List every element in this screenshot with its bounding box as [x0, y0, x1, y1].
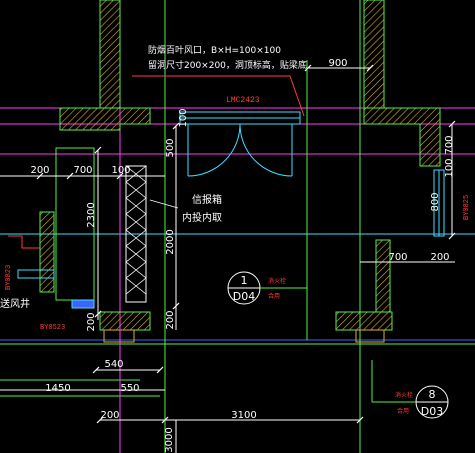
dim-900: 900: [328, 58, 347, 69]
dim-200-bottom: 200: [100, 410, 119, 421]
dim-100-mid: 100: [178, 108, 189, 127]
dim-700-vert: 700: [444, 135, 455, 154]
window-tag-left: BY0823: [5, 265, 13, 290]
dim-540: 540: [104, 359, 123, 370]
dim-700-left: 700: [73, 165, 92, 176]
wall-left-column: [39, 211, 55, 293]
callout-1-number: 1: [241, 274, 248, 287]
detail-callout-1: 1 D04 消火栓 合用: [227, 271, 307, 305]
dim-700-right: 700: [388, 252, 407, 263]
dim-100-vert: 100: [444, 158, 455, 177]
wall-bottom-left: [99, 311, 151, 331]
wall-right-column: [375, 239, 391, 313]
dim-2000: 2000: [165, 229, 176, 254]
dim-100-left: 100: [111, 165, 130, 176]
dim-200-lower: 200: [86, 312, 97, 331]
dim-200-right: 200: [430, 252, 449, 263]
mailbox-label-line2: 内投内取: [182, 211, 222, 224]
callout-8-number: 8: [429, 388, 436, 401]
callout-1-sub1: 消火栓: [268, 277, 286, 285]
wall-top-left: [99, 0, 121, 109]
mailbox-label-line1: 信报箱: [192, 193, 222, 206]
vent-note-line1: 防烟百叶风口，B×H=100×100: [148, 44, 281, 56]
dim-2300: 2300: [86, 202, 97, 227]
wall-bottom-right: [335, 311, 393, 331]
detail-callout-8: 8 D03 消火栓 合用: [371, 360, 449, 419]
wall-left-jamb: [59, 107, 151, 131]
main-door: [179, 111, 301, 177]
callout-8-sub2: 合用: [397, 407, 409, 415]
callout-8-sheet: D03: [421, 405, 443, 418]
dim-800-vert: 800: [430, 192, 441, 211]
dim-500: 500: [165, 138, 176, 157]
wall-right-jamb: [363, 107, 441, 167]
vent-leader: [132, 75, 305, 117]
vent-note-line2: 留洞尺寸200×200，洞顶标高，贴梁底: [148, 59, 307, 71]
wall-top-right: [363, 0, 385, 109]
dim-200-mid: 200: [165, 310, 176, 329]
callout-1-sheet: D04: [233, 290, 255, 303]
door-tag: LMC2423: [226, 96, 260, 105]
air-shaft-label: 送风井: [0, 297, 30, 310]
callout-8-sub1: 消火栓: [395, 391, 413, 399]
cad-floor-plan: 1 D04 消火栓 合用 8 D03 消火栓 合用 防烟百叶风口，B×H=100…: [0, 0, 475, 453]
callout-1-sub2: 合用: [268, 292, 280, 300]
window-tag-left2: BY0523: [40, 324, 65, 332]
dim-550: 550: [120, 383, 139, 394]
dim-200-left: 200: [30, 165, 49, 176]
dim-3000: 3000: [164, 427, 175, 452]
dim-1450: 1450: [45, 383, 70, 394]
window-tag-right: BY0825: [463, 195, 471, 220]
dim-3100: 3100: [231, 410, 256, 421]
